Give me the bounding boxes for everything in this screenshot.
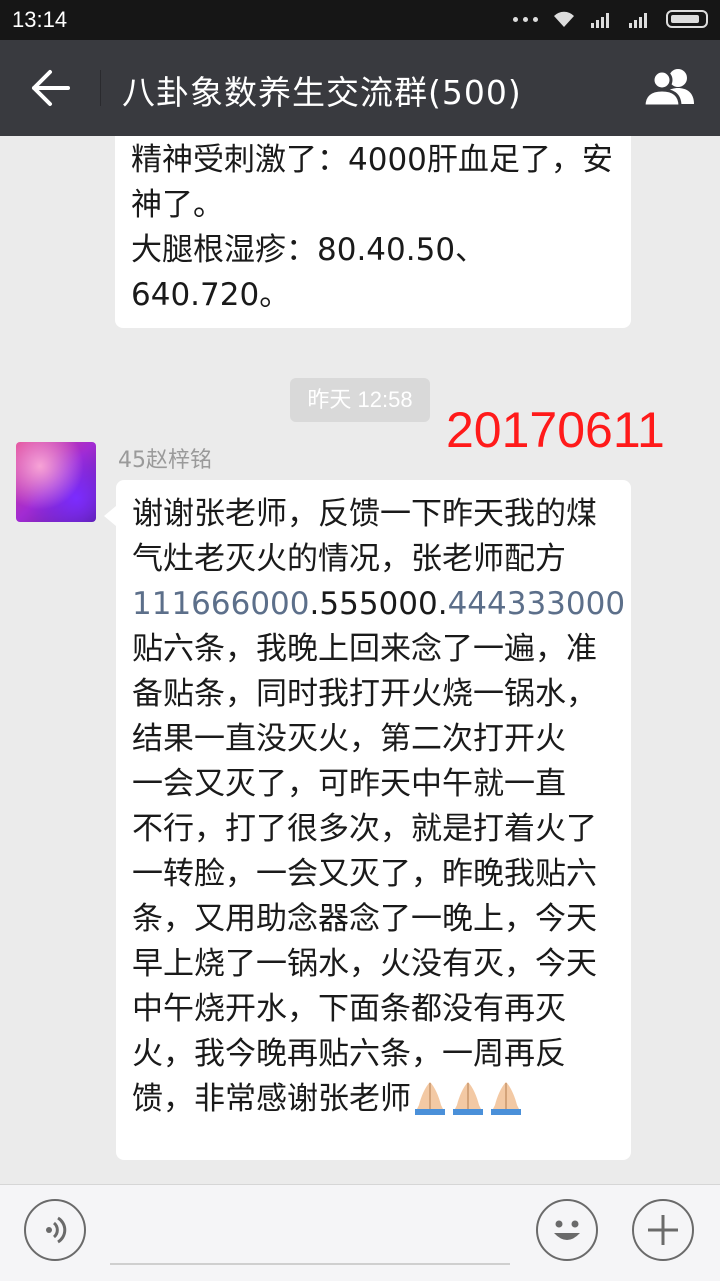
arrow-left-icon[interactable] xyxy=(28,64,72,112)
message-line: 条，又用助念器念了一晚上，今天 xyxy=(132,901,597,937)
message-bubble-previous[interactable]: 精神受刺激了：4000肝血足了，安 神了。 大腿根湿疹：80.40.50、 64… xyxy=(115,136,631,328)
message-line: 一会又灭了，可昨天中午就一直 xyxy=(132,766,566,802)
message-line: 中午烧开水，下面条都没有再灭 xyxy=(132,991,566,1027)
signal-icon-2 xyxy=(629,13,647,28)
timestamp-pill: 昨天 12:58 xyxy=(290,378,430,422)
chat-header: 八卦象数养生交流群(500) xyxy=(0,40,720,136)
folded-hands-emoji-icon xyxy=(491,1082,521,1115)
more-button[interactable] xyxy=(632,1199,694,1261)
status-icons xyxy=(513,9,708,29)
date-annotation: 20170611 xyxy=(446,402,665,458)
status-time: 13:14 xyxy=(12,7,68,32)
message-line: 精神受刺激了：4000肝血足了，安 xyxy=(131,142,613,178)
plus-icon xyxy=(648,1215,678,1245)
message-line-last: 馈，非常感谢张老师 xyxy=(132,1077,615,1122)
chat-title: 八卦象数养生交流群(500) xyxy=(122,73,522,112)
folded-hands-emoji-icon xyxy=(415,1082,445,1115)
text-input-underline[interactable] xyxy=(110,1263,510,1265)
message-line: 谢谢张老师，反馈一下昨天我的煤 xyxy=(132,496,597,532)
message-line: 气灶老灭火的情况，张老师配方 xyxy=(132,541,566,577)
more-dots-icon xyxy=(513,16,538,22)
battery-icon xyxy=(666,10,708,28)
message-line: 备贴条，同时我打开火烧一锅水， xyxy=(132,676,597,712)
message-line: 一转脸，一会又灭了，昨晚我贴六 xyxy=(132,856,597,892)
emoji-icon xyxy=(554,1220,580,1240)
status-bar: 13:14 xyxy=(0,0,720,40)
message-line-codes: 111666000.555000.444333000 xyxy=(132,582,625,627)
sender-name: 45赵梓铭 xyxy=(118,448,212,473)
group-members-icon[interactable] xyxy=(640,64,700,112)
message-line: 不行，打了很多次，就是打着火了 xyxy=(132,811,597,847)
message-text: 馈，非常感谢张老师 xyxy=(132,1081,411,1117)
message-line: 早上烧了一锅水，火没有灭，今天 xyxy=(132,946,597,982)
header-divider xyxy=(100,70,101,106)
voice-input-icon xyxy=(46,1216,67,1244)
message-line: 神了。 xyxy=(131,187,224,223)
message-line: 贴六条，我晚上回来念了一遍，准 xyxy=(132,631,597,667)
message-bubble-main[interactable]: 谢谢张老师，反馈一下昨天我的煤 气灶老灭火的情况，张老师配方 111666000… xyxy=(104,480,631,1160)
emoji-button[interactable] xyxy=(536,1199,598,1261)
message-line: 结果一直没灭火，第二次打开火 xyxy=(132,721,566,757)
formula-code-text: .555000. xyxy=(309,586,448,622)
avatar[interactable] xyxy=(16,442,96,522)
formula-code-link[interactable]: 111666000 xyxy=(132,586,310,622)
input-bar xyxy=(0,1184,720,1281)
message-line: 640.720。 xyxy=(131,277,291,313)
message-line: 大腿根湿疹：80.40.50、 xyxy=(131,232,487,268)
message-line: 火，我今晚再贴六条，一周再反 xyxy=(132,1036,566,1072)
signal-icon xyxy=(591,13,609,28)
wifi-icon xyxy=(554,11,574,27)
formula-code-link[interactable]: 444333000 xyxy=(448,586,626,622)
folded-hands-emoji-icon xyxy=(453,1082,483,1115)
voice-input-button[interactable] xyxy=(24,1199,86,1261)
